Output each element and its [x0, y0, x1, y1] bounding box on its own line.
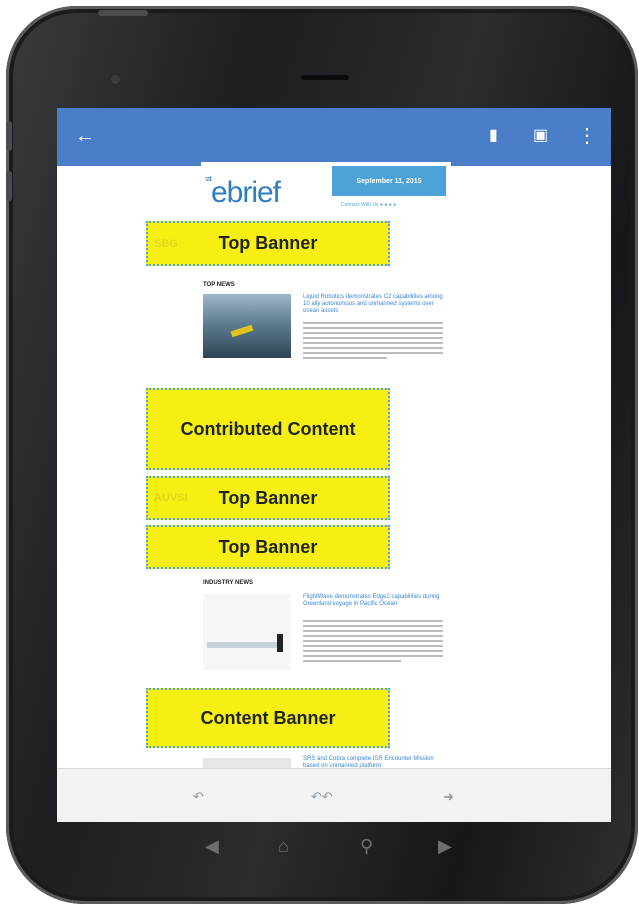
reply-icon[interactable]: ↶ — [193, 789, 204, 805]
content-banner[interactable]: Content Banner — [146, 688, 390, 748]
article-headline[interactable]: FlightWave demonstrates Edge2 capabiliti… — [303, 594, 443, 608]
article-excerpt — [303, 620, 443, 665]
power-button[interactable] — [98, 10, 148, 16]
top-banner[interactable]: Top Banner — [146, 525, 390, 569]
contributed-content-banner[interactable]: Contributed Content — [146, 388, 390, 470]
banner-label: Top Banner — [218, 233, 318, 253]
top-news-image[interactable] — [203, 294, 291, 358]
front-camera — [111, 75, 120, 84]
nav-home-icon[interactable]: ⌂ — [278, 836, 289, 857]
banner-label: Top Banner — [218, 536, 318, 557]
next-article-image[interactable] — [203, 758, 291, 768]
banner-label: Contributed Content — [180, 418, 356, 439]
top-banner[interactable]: AUVSI Top Banner — [146, 476, 390, 520]
ebrief-logo: sstebrief — [205, 176, 281, 209]
nav-forward-icon[interactable]: ▶ — [438, 836, 452, 857]
article-headline[interactable]: Liquid Robotics demonstrates C2 capabili… — [303, 294, 443, 315]
android-nav-bar: ◀ ⌂ ⚲ ▶ — [200, 836, 480, 866]
section-title-top-news: TOP NEWS — [203, 282, 235, 288]
article-excerpt — [303, 322, 443, 362]
nav-search-icon[interactable]: ⚲ — [360, 836, 373, 857]
social-links[interactable]: Connect With Us ● ● ● ● — [341, 202, 396, 208]
archive-icon[interactable]: ▣ — [533, 125, 548, 147]
volume-up-button[interactable] — [6, 121, 12, 151]
top-banner[interactable]: SBG Top Banner — [146, 221, 390, 266]
nav-back-icon[interactable]: ◀ — [205, 836, 219, 857]
section-title-industry-news: INDUSTRY NEWS — [203, 580, 254, 586]
date-box: September 11, 2015 — [332, 166, 446, 196]
more-vert-icon[interactable]: ⋮ — [577, 125, 597, 147]
banner-label: Content Banner — [200, 707, 336, 728]
banner-label: Top Banner — [218, 487, 318, 508]
delete-icon[interactable]: ▮ — [489, 125, 498, 147]
message-action-bar: ↶ ↶↶ ➜ — [57, 768, 611, 822]
forward-icon[interactable]: ➜ — [443, 789, 454, 805]
speaker-grille — [301, 75, 349, 80]
volume-down-button[interactable] — [6, 171, 12, 201]
back-arrow-icon[interactable]: ← — [75, 125, 95, 147]
app-bar: ← ▮ ▣ ⋮ — [57, 108, 611, 166]
industry-news-image[interactable] — [203, 594, 291, 670]
reply-all-icon[interactable]: ↶↶ — [311, 789, 333, 805]
